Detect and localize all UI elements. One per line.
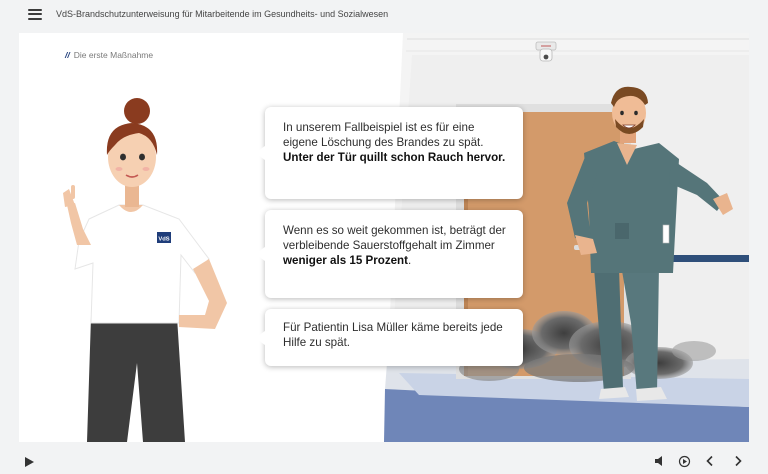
slide-stage: VdS //Die erste Maßnahme In unserem Fall… xyxy=(19,33,749,442)
bubble-3-text: Für Patientin Lisa Müller käme bereits j… xyxy=(283,321,503,350)
section-marker: // xyxy=(65,50,70,60)
bubble-1-text: In unserem Fallbeispiel ist es für eine … xyxy=(283,121,484,150)
player-controls xyxy=(0,448,768,474)
female-presenter-figure: VdS xyxy=(63,98,227,442)
bubble-2-bold: weniger als 15 Prozent xyxy=(283,254,409,268)
speech-bubble-2: Wenn es so weit gekommen ist, beträgt de… xyxy=(255,210,523,298)
bubble-1-bold: Unter der Tür quillt schon Rauch hervor. xyxy=(283,151,506,165)
course-title: VdS-Brandschutzunterweisung für Mitarbei… xyxy=(56,9,389,19)
hamburger-menu-icon[interactable] xyxy=(28,8,42,20)
chevron-right-icon[interactable] xyxy=(731,454,745,468)
chevron-left-icon[interactable] xyxy=(703,454,717,468)
bubble-2-after: . xyxy=(408,254,412,268)
bubble-2-text: Wenn es so weit gekommen ist, beträgt de… xyxy=(283,224,506,253)
section-label: //Die erste Maßnahme xyxy=(65,50,153,60)
speech-bubble-1: In unserem Fallbeispiel ist es für eine … xyxy=(255,107,523,199)
volume-icon[interactable] xyxy=(652,454,666,468)
top-bar: VdS-Brandschutzunterweisung für Mitarbei… xyxy=(0,0,768,28)
replay-icon[interactable] xyxy=(677,454,691,468)
play-icon[interactable] xyxy=(23,455,35,467)
shirt-badge-text: VdS xyxy=(158,237,169,243)
section-label-text: Die erste Maßnahme xyxy=(73,50,154,60)
speech-bubble-3: Für Patientin Lisa Müller käme bereits j… xyxy=(255,309,523,366)
